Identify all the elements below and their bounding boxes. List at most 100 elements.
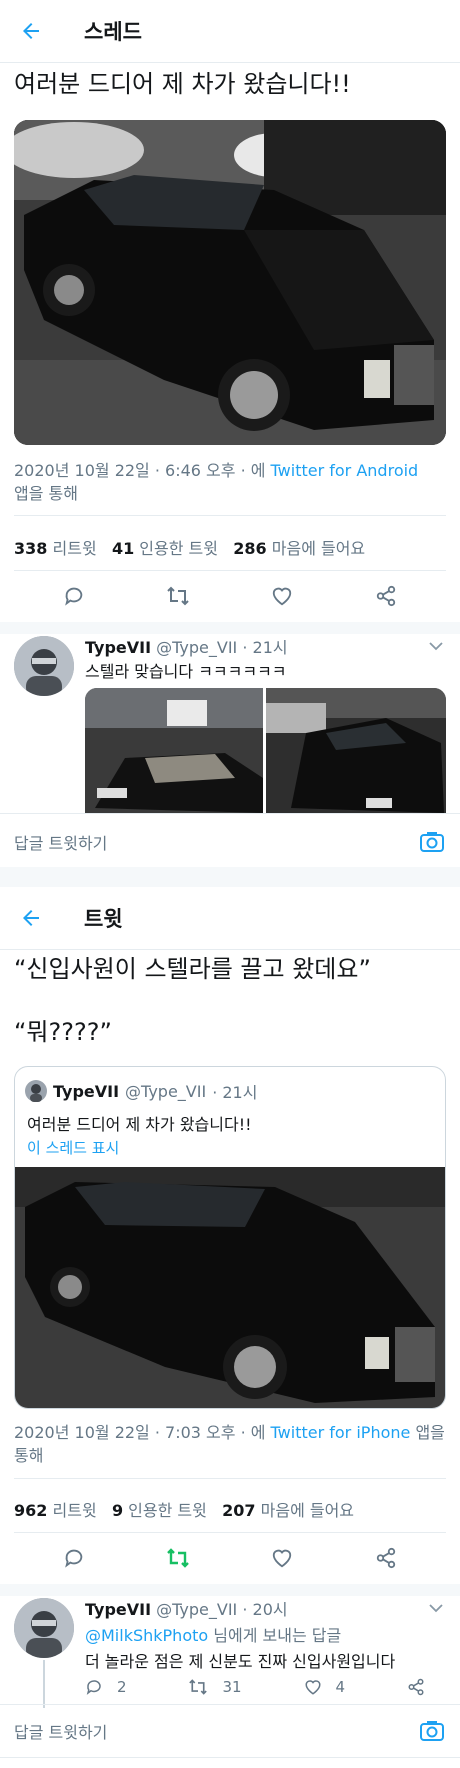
- tweet-meta: 2020년 10월 22일 · 7:03 오후 · 에 Twitter for …: [14, 1421, 446, 1467]
- camera-icon: [420, 832, 444, 852]
- like-count: 4: [335, 1678, 346, 1696]
- share-icon: [376, 585, 396, 607]
- user-handle[interactable]: @Type_VII: [125, 1082, 206, 1101]
- tweet-actions: [0, 1538, 460, 1578]
- like-button[interactable]: [264, 1540, 300, 1576]
- page-title: 트윗: [84, 907, 123, 931]
- retweet-count: 31: [222, 1678, 242, 1696]
- section-divider: [0, 1584, 460, 1596]
- back-button[interactable]: [14, 14, 48, 48]
- reply-photo-1[interactable]: [85, 688, 263, 813]
- quoted-tweet[interactable]: TypeVII @Type_VII · 21시 여러분 드디어 제 차가 왔습니…: [14, 1066, 446, 1409]
- client-link[interactable]: Twitter for Android: [271, 461, 419, 480]
- reply-text: 스텔라 맞습니다 ㅋㅋㅋㅋㅋㅋ: [85, 662, 287, 681]
- reply-button[interactable]: [56, 578, 92, 614]
- quote-count[interactable]: 9: [112, 1501, 123, 1520]
- reply-icon: [65, 587, 83, 606]
- tweet-text-line2: “뭐????”: [14, 1018, 112, 1046]
- reply-button[interactable]: [56, 1540, 92, 1576]
- divider: [14, 1532, 446, 1533]
- tweet-header: 트윗: [0, 887, 460, 949]
- client-link[interactable]: Twitter for iPhone: [271, 1423, 411, 1442]
- reply-header: TypeVII @Type_VII · 20시: [85, 1596, 425, 1620]
- tweet-text: 여러분 드디어 제 차가 왔습니다!!: [14, 70, 351, 98]
- heart-icon: [272, 587, 292, 606]
- car-photo-illustration: [85, 688, 263, 813]
- car-photo-illustration: [266, 688, 446, 813]
- reply-icon: [65, 1549, 83, 1568]
- camera-icon: [420, 1721, 444, 1741]
- reply-time: · 21시: [242, 638, 288, 657]
- avatar-image: [14, 636, 74, 696]
- retweet-icon: [167, 586, 189, 606]
- show-thread-link[interactable]: 이 스레드 표시: [27, 1137, 119, 1158]
- like-button[interactable]: 4: [304, 1678, 346, 1696]
- chevron-down-icon: [429, 642, 443, 651]
- quoted-header: TypeVII @Type_VII · 21시: [25, 1079, 257, 1103]
- like-button[interactable]: [264, 578, 300, 614]
- divider: [0, 1704, 460, 1705]
- divider: [14, 1478, 446, 1479]
- retweet-icon: [167, 1548, 189, 1568]
- reply-header: TypeVII @Type_VII · 21시: [85, 634, 425, 658]
- retweet-button[interactable]: [160, 1540, 196, 1576]
- avatar: [25, 1080, 47, 1102]
- page-title: 스레드: [84, 20, 142, 44]
- user-handle[interactable]: @Type_VII: [156, 638, 237, 657]
- quoted-photo[interactable]: [15, 1167, 445, 1408]
- share-button[interactable]: [407, 1678, 425, 1696]
- retweet-label: 리트윗: [52, 1501, 97, 1520]
- share-icon: [408, 1678, 424, 1696]
- quote-label: 인용한 트윗: [139, 539, 218, 558]
- reply-photo-2[interactable]: [266, 688, 446, 813]
- tweet-stats: 962 리트윗 9 인용한 트윗 207 마음에 들어요: [14, 1497, 446, 1521]
- user-name[interactable]: TypeVII: [85, 1600, 151, 1619]
- retweet-button[interactable]: [160, 578, 196, 614]
- car-photo-illustration: [15, 1167, 445, 1408]
- reply-composer-label[interactable]: 답글 트윗하기: [14, 830, 107, 854]
- heart-icon: [272, 1549, 292, 1568]
- like-count[interactable]: 207: [222, 1501, 255, 1520]
- thread-header: 스레드: [0, 0, 460, 62]
- quoted-text: 여러분 드디어 제 차가 왔습니다!!: [27, 1115, 252, 1134]
- back-button[interactable]: [14, 901, 48, 935]
- more-button[interactable]: [426, 1598, 446, 1618]
- via-label: 앱을 통해: [14, 484, 78, 503]
- reply-composer-label[interactable]: 답글 트윗하기: [14, 1719, 107, 1743]
- retweet-count[interactable]: 962: [14, 1501, 47, 1520]
- camera-button[interactable]: [418, 1717, 446, 1745]
- retweet-button[interactable]: 31: [188, 1678, 242, 1696]
- reply-button[interactable]: 2: [85, 1678, 127, 1696]
- share-button[interactable]: [368, 1540, 404, 1576]
- divider: [14, 515, 446, 516]
- retweet-count[interactable]: 338: [14, 539, 47, 558]
- timestamp: 2020년 10월 22일 · 6:46 오후 · 에: [14, 461, 271, 480]
- arrow-left-icon: [23, 23, 39, 39]
- reply-icon: [86, 1680, 101, 1695]
- retweet-icon: [189, 1679, 208, 1695]
- avatar[interactable]: [14, 636, 74, 696]
- divider: [0, 949, 460, 950]
- tweet-photo-car[interactable]: [14, 120, 446, 445]
- section-divider: [0, 867, 460, 887]
- user-name[interactable]: TypeVII: [53, 1082, 119, 1101]
- quote-count[interactable]: 41: [112, 539, 134, 558]
- chevron-down-icon: [429, 1604, 443, 1613]
- tweet-text-line1: “신입사원이 스텔라를 끌고 왔데요”: [14, 955, 371, 983]
- reply-composer[interactable]: 답글 트윗하기: [0, 817, 460, 867]
- more-button[interactable]: [426, 636, 446, 656]
- reply-count: 2: [117, 1678, 127, 1696]
- tweet-meta: 2020년 10월 22일 · 6:46 오후 · 에 Twitter for …: [14, 459, 446, 505]
- like-count[interactable]: 286: [233, 539, 266, 558]
- share-button[interactable]: [368, 578, 404, 614]
- user-name[interactable]: TypeVII: [85, 638, 151, 657]
- reply-actions: 2 31 4: [85, 1678, 425, 1696]
- reply-composer[interactable]: 답글 트윗하기: [0, 1706, 460, 1756]
- mention-link[interactable]: @MilkShkPhoto: [85, 1626, 208, 1645]
- tweet-stats: 338 리트윗 41 인용한 트윗 286 마음에 들어요: [14, 535, 446, 559]
- car-photo-illustration: [14, 120, 446, 445]
- camera-button[interactable]: [418, 828, 446, 856]
- retweet-label: 리트윗: [52, 539, 97, 558]
- avatar[interactable]: [14, 1598, 74, 1658]
- user-handle[interactable]: @Type_VII: [156, 1600, 237, 1619]
